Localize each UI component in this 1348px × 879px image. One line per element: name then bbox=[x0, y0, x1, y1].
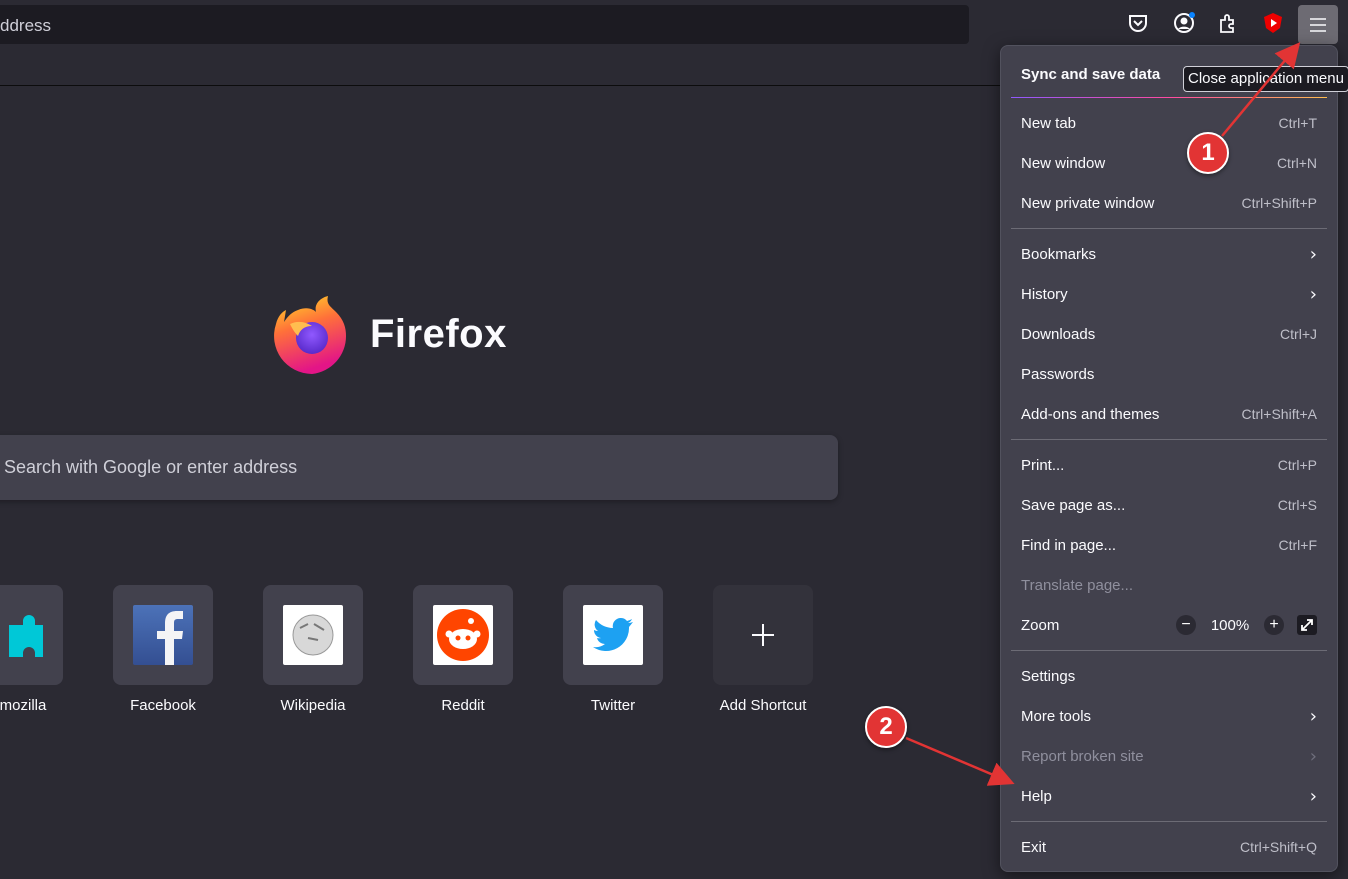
shortcut-tile-wikipedia[interactable] bbox=[263, 585, 363, 685]
shortcut-tile-reddit[interactable] bbox=[413, 585, 513, 685]
shortcut-label: ns.mozilla bbox=[0, 697, 47, 714]
address-bar[interactable]: ddress bbox=[0, 5, 969, 44]
menu-label: Translate page... bbox=[1021, 576, 1134, 594]
menu-label: History bbox=[1021, 285, 1068, 303]
menu-item-save-page[interactable]: Save page as... Ctrl+S bbox=[1011, 485, 1327, 525]
separator bbox=[1011, 650, 1327, 651]
annotation-arrow-2 bbox=[905, 736, 1015, 786]
menu-item-help[interactable]: Help › bbox=[1011, 776, 1327, 816]
menu-item-zoom: Zoom − 100% + bbox=[1011, 605, 1327, 645]
search-input[interactable]: Search with Google or enter address bbox=[0, 435, 838, 500]
shortcut-label: Wikipedia bbox=[280, 697, 346, 714]
menu-label: Bookmarks bbox=[1021, 245, 1097, 263]
menu-label: New tab bbox=[1021, 114, 1077, 132]
menu-item-downloads[interactable]: Downloads Ctrl+J bbox=[1011, 314, 1327, 354]
shortcut: Ctrl+Shift+Q bbox=[1239, 839, 1317, 855]
chevron-right-icon: › bbox=[1309, 705, 1317, 727]
shortcut-label: Facebook bbox=[130, 697, 196, 714]
zoom-in-button[interactable]: + bbox=[1264, 615, 1284, 635]
plus-icon bbox=[752, 624, 774, 646]
chevron-right-icon: › bbox=[1309, 785, 1317, 807]
menu-item-report-broken-site: Report broken site › bbox=[1011, 736, 1327, 776]
separator bbox=[1011, 821, 1327, 822]
menu-item-bookmarks[interactable]: Bookmarks › bbox=[1011, 234, 1327, 274]
shortcut: Ctrl+Shift+P bbox=[1241, 195, 1317, 211]
menu-label: More tools bbox=[1021, 707, 1092, 725]
shortcut-label: Reddit bbox=[441, 697, 485, 714]
menu-item-passwords[interactable]: Passwords bbox=[1011, 354, 1327, 394]
pocket-icon[interactable] bbox=[1125, 10, 1151, 36]
menu-item-settings[interactable]: Settings bbox=[1011, 656, 1327, 696]
shortcut: Ctrl+J bbox=[1280, 326, 1317, 342]
menu-label: Passwords bbox=[1021, 365, 1095, 383]
separator bbox=[1011, 228, 1327, 229]
shortcut-tile-twitter[interactable] bbox=[563, 585, 663, 685]
shortcut-label: Twitter bbox=[590, 697, 636, 714]
shortcut: Ctrl+T bbox=[1278, 115, 1318, 131]
application-menu: Sync and save data New tab Ctrl+T New win… bbox=[1000, 45, 1338, 872]
menu-label: Downloads bbox=[1021, 325, 1096, 343]
chevron-right-icon: › bbox=[1309, 243, 1317, 265]
shortcut-tile-facebook[interactable] bbox=[113, 585, 213, 685]
menu-item-more-tools[interactable]: More tools › bbox=[1011, 696, 1327, 736]
fullscreen-icon[interactable] bbox=[1297, 615, 1317, 635]
menu-item-history[interactable]: History › bbox=[1011, 274, 1327, 314]
extensions-icon[interactable] bbox=[1215, 10, 1241, 36]
firefox-logo bbox=[274, 296, 347, 374]
shortcut: Ctrl+Shift+A bbox=[1241, 406, 1317, 422]
shortcut: Ctrl+P bbox=[1277, 457, 1317, 473]
chevron-right-icon: › bbox=[1309, 283, 1317, 305]
menu-label: Report broken site bbox=[1021, 747, 1144, 765]
menu-label: Add-ons and themes bbox=[1021, 405, 1160, 423]
menu-label: Help bbox=[1021, 787, 1052, 805]
menu-label: New private window bbox=[1021, 194, 1155, 212]
shortcut-tile-addons[interactable] bbox=[0, 585, 63, 685]
application-menu-button[interactable] bbox=[1298, 5, 1338, 44]
annotation-badge-2: 2 bbox=[865, 706, 907, 748]
chevron-right-icon: › bbox=[1309, 745, 1317, 767]
shortcut: Ctrl+F bbox=[1278, 537, 1318, 553]
menu-label: Settings bbox=[1021, 667, 1076, 685]
menu-label: Print... bbox=[1021, 456, 1065, 474]
reddit-icon bbox=[433, 605, 493, 665]
menu-label: Find in page... bbox=[1021, 536, 1117, 554]
annotation-badge-1: 1 bbox=[1187, 132, 1229, 174]
menu-label: Exit bbox=[1021, 838, 1047, 856]
menu-item-addons[interactable]: Add-ons and themes Ctrl+Shift+A bbox=[1011, 394, 1327, 434]
menu-item-find[interactable]: Find in page... Ctrl+F bbox=[1011, 525, 1327, 565]
menu-item-new-tab[interactable]: New tab Ctrl+T bbox=[1011, 103, 1327, 143]
account-icon[interactable] bbox=[1171, 10, 1197, 36]
menu-item-print[interactable]: Print... Ctrl+P bbox=[1011, 445, 1327, 485]
firefox-wordmark: Firefox bbox=[370, 312, 507, 356]
youtube-extension-icon[interactable] bbox=[1260, 10, 1286, 36]
shortcut: Ctrl+N bbox=[1276, 155, 1317, 171]
menu-item-translate: Translate page... bbox=[1011, 565, 1327, 605]
menu-item-new-window[interactable]: New window Ctrl+N bbox=[1011, 143, 1327, 183]
hamburger-icon bbox=[1310, 17, 1326, 32]
shortcut-label: Add Shortcut bbox=[719, 697, 807, 714]
shortcut: Ctrl+S bbox=[1277, 497, 1317, 513]
menu-label: New window bbox=[1021, 154, 1106, 172]
add-shortcut-button[interactable] bbox=[713, 585, 813, 685]
separator bbox=[1011, 439, 1327, 440]
menu-item-new-private-window[interactable]: New private window Ctrl+Shift+P bbox=[1011, 183, 1327, 223]
twitter-icon bbox=[583, 605, 643, 665]
menu-item-exit[interactable]: Exit Ctrl+Shift+Q bbox=[1011, 827, 1327, 867]
menu-label: Save page as... bbox=[1021, 496, 1126, 514]
zoom-level[interactable]: 100% bbox=[1196, 617, 1264, 634]
zoom-out-button[interactable]: − bbox=[1176, 615, 1196, 635]
menu-label: Zoom bbox=[1021, 616, 1060, 634]
facebook-icon bbox=[133, 605, 193, 665]
tooltip: Close application menu bbox=[1183, 66, 1348, 92]
menu-label: Sync and save data bbox=[1021, 65, 1161, 83]
wikipedia-icon bbox=[283, 605, 343, 665]
puzzle-icon bbox=[9, 615, 43, 657]
separator bbox=[1011, 97, 1327, 98]
